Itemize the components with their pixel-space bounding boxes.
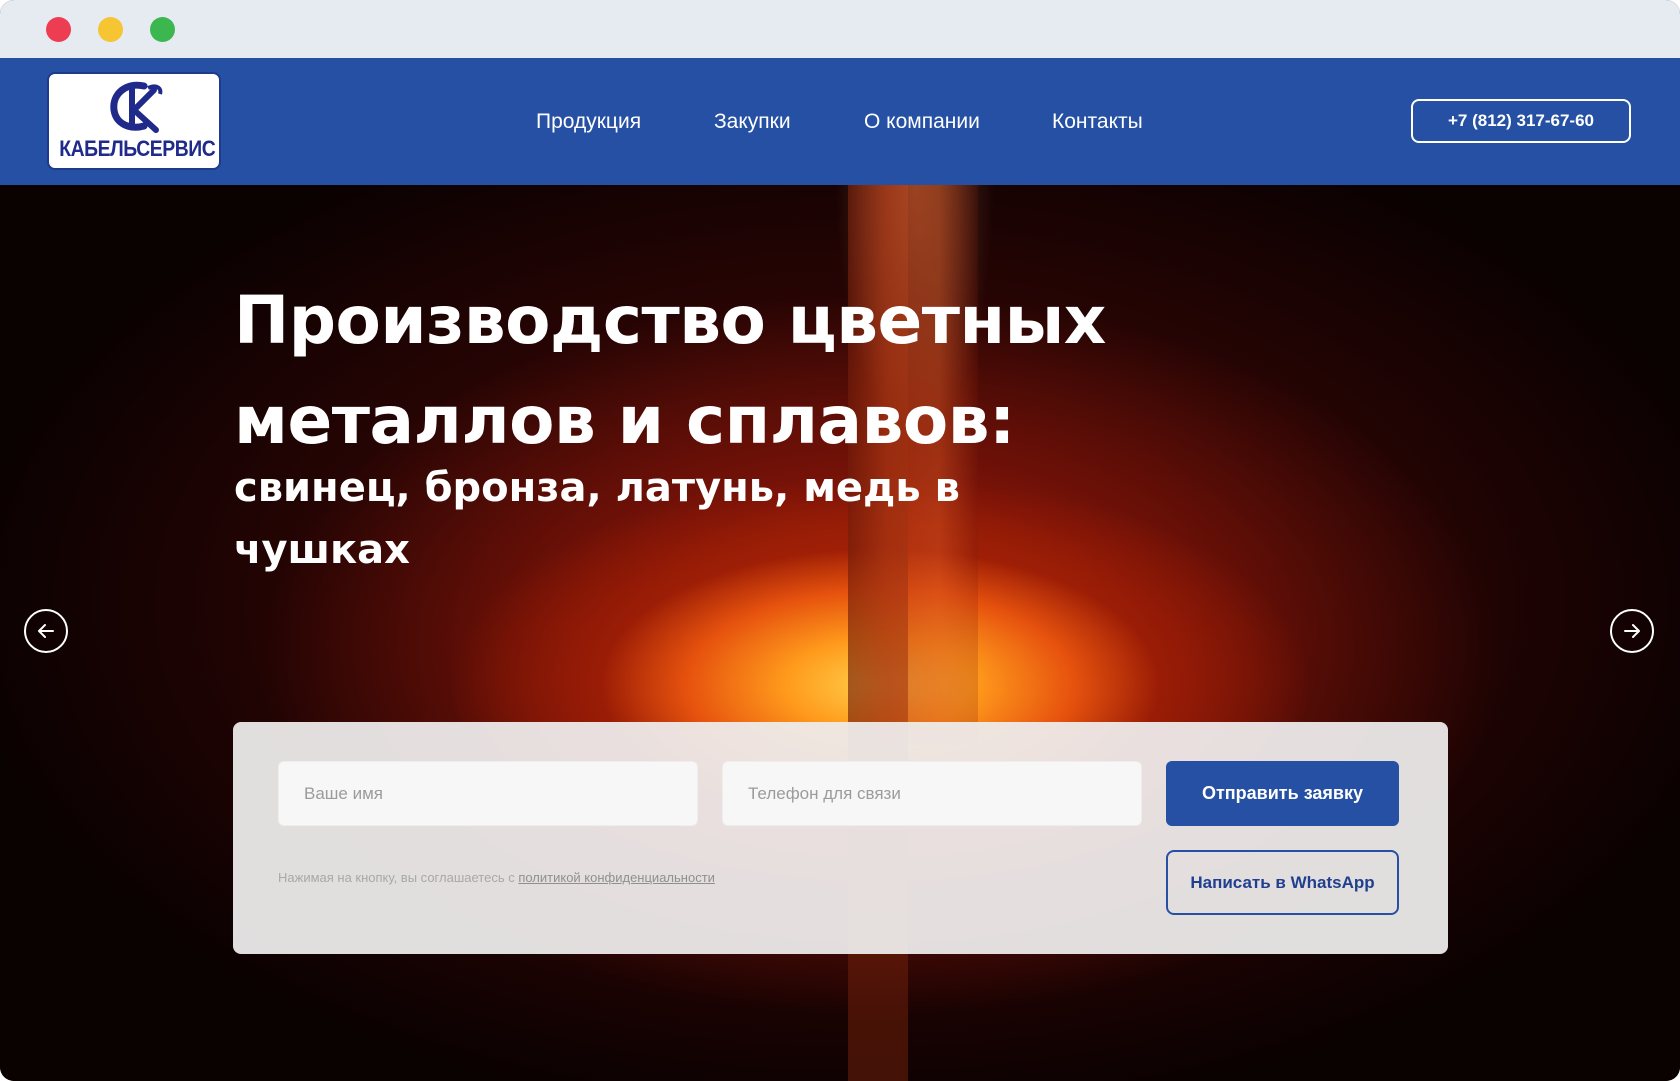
consent-text: Нажимая на кнопку, вы соглашаетесь с пол… (278, 870, 715, 885)
close-window-button[interactable] (46, 17, 71, 42)
nav-item-about[interactable]: О компании (864, 110, 980, 134)
minimize-window-button[interactable] (98, 17, 123, 42)
whatsapp-button[interactable]: Написать в WhatsApp (1166, 850, 1399, 915)
logo-monogram-icon (110, 81, 163, 133)
hero-section: Производство цветных металлов и сплавов:… (0, 185, 1680, 1081)
hero-title: Производство цветных металлов и сплавов: (234, 282, 1106, 459)
name-input[interactable] (278, 761, 698, 826)
submit-request-button[interactable]: Отправить заявку (1166, 761, 1399, 826)
maximize-window-button[interactable] (150, 17, 175, 42)
logo[interactable]: КАБЕЛЬСЕРВИС (47, 72, 221, 170)
slider-next-button[interactable] (1610, 609, 1654, 653)
nav-item-contacts[interactable]: Контакты (1052, 110, 1143, 134)
privacy-policy-link[interactable]: политикой конфиденциальности (518, 870, 715, 885)
lead-form: Отправить заявку Нажимая на кнопку, вы с… (233, 722, 1448, 954)
phone-button[interactable]: +7 (812) 317-67-60 (1411, 99, 1631, 143)
phone-input[interactable] (722, 761, 1142, 826)
hero-subtitle: свинец, бронза, латунь, медь в чушках (234, 465, 960, 573)
logo-text: КАБЕЛЬСЕРВИС (59, 136, 216, 161)
window-titlebar (0, 0, 1680, 58)
arrow-right-icon (1624, 624, 1640, 638)
slider-prev-button[interactable] (24, 609, 68, 653)
consent-label: Нажимая на кнопку, вы соглашаетесь с (278, 870, 519, 885)
site-header: КАБЕЛЬСЕРВИС Продукция Закупки О компани… (0, 58, 1680, 185)
arrow-left-icon (38, 624, 54, 638)
browser-window: КАБЕЛЬСЕРВИС Продукция Закупки О компани… (0, 0, 1680, 1081)
nav-item-products[interactable]: Продукция (536, 110, 641, 134)
nav-item-purchases[interactable]: Закупки (714, 110, 791, 134)
